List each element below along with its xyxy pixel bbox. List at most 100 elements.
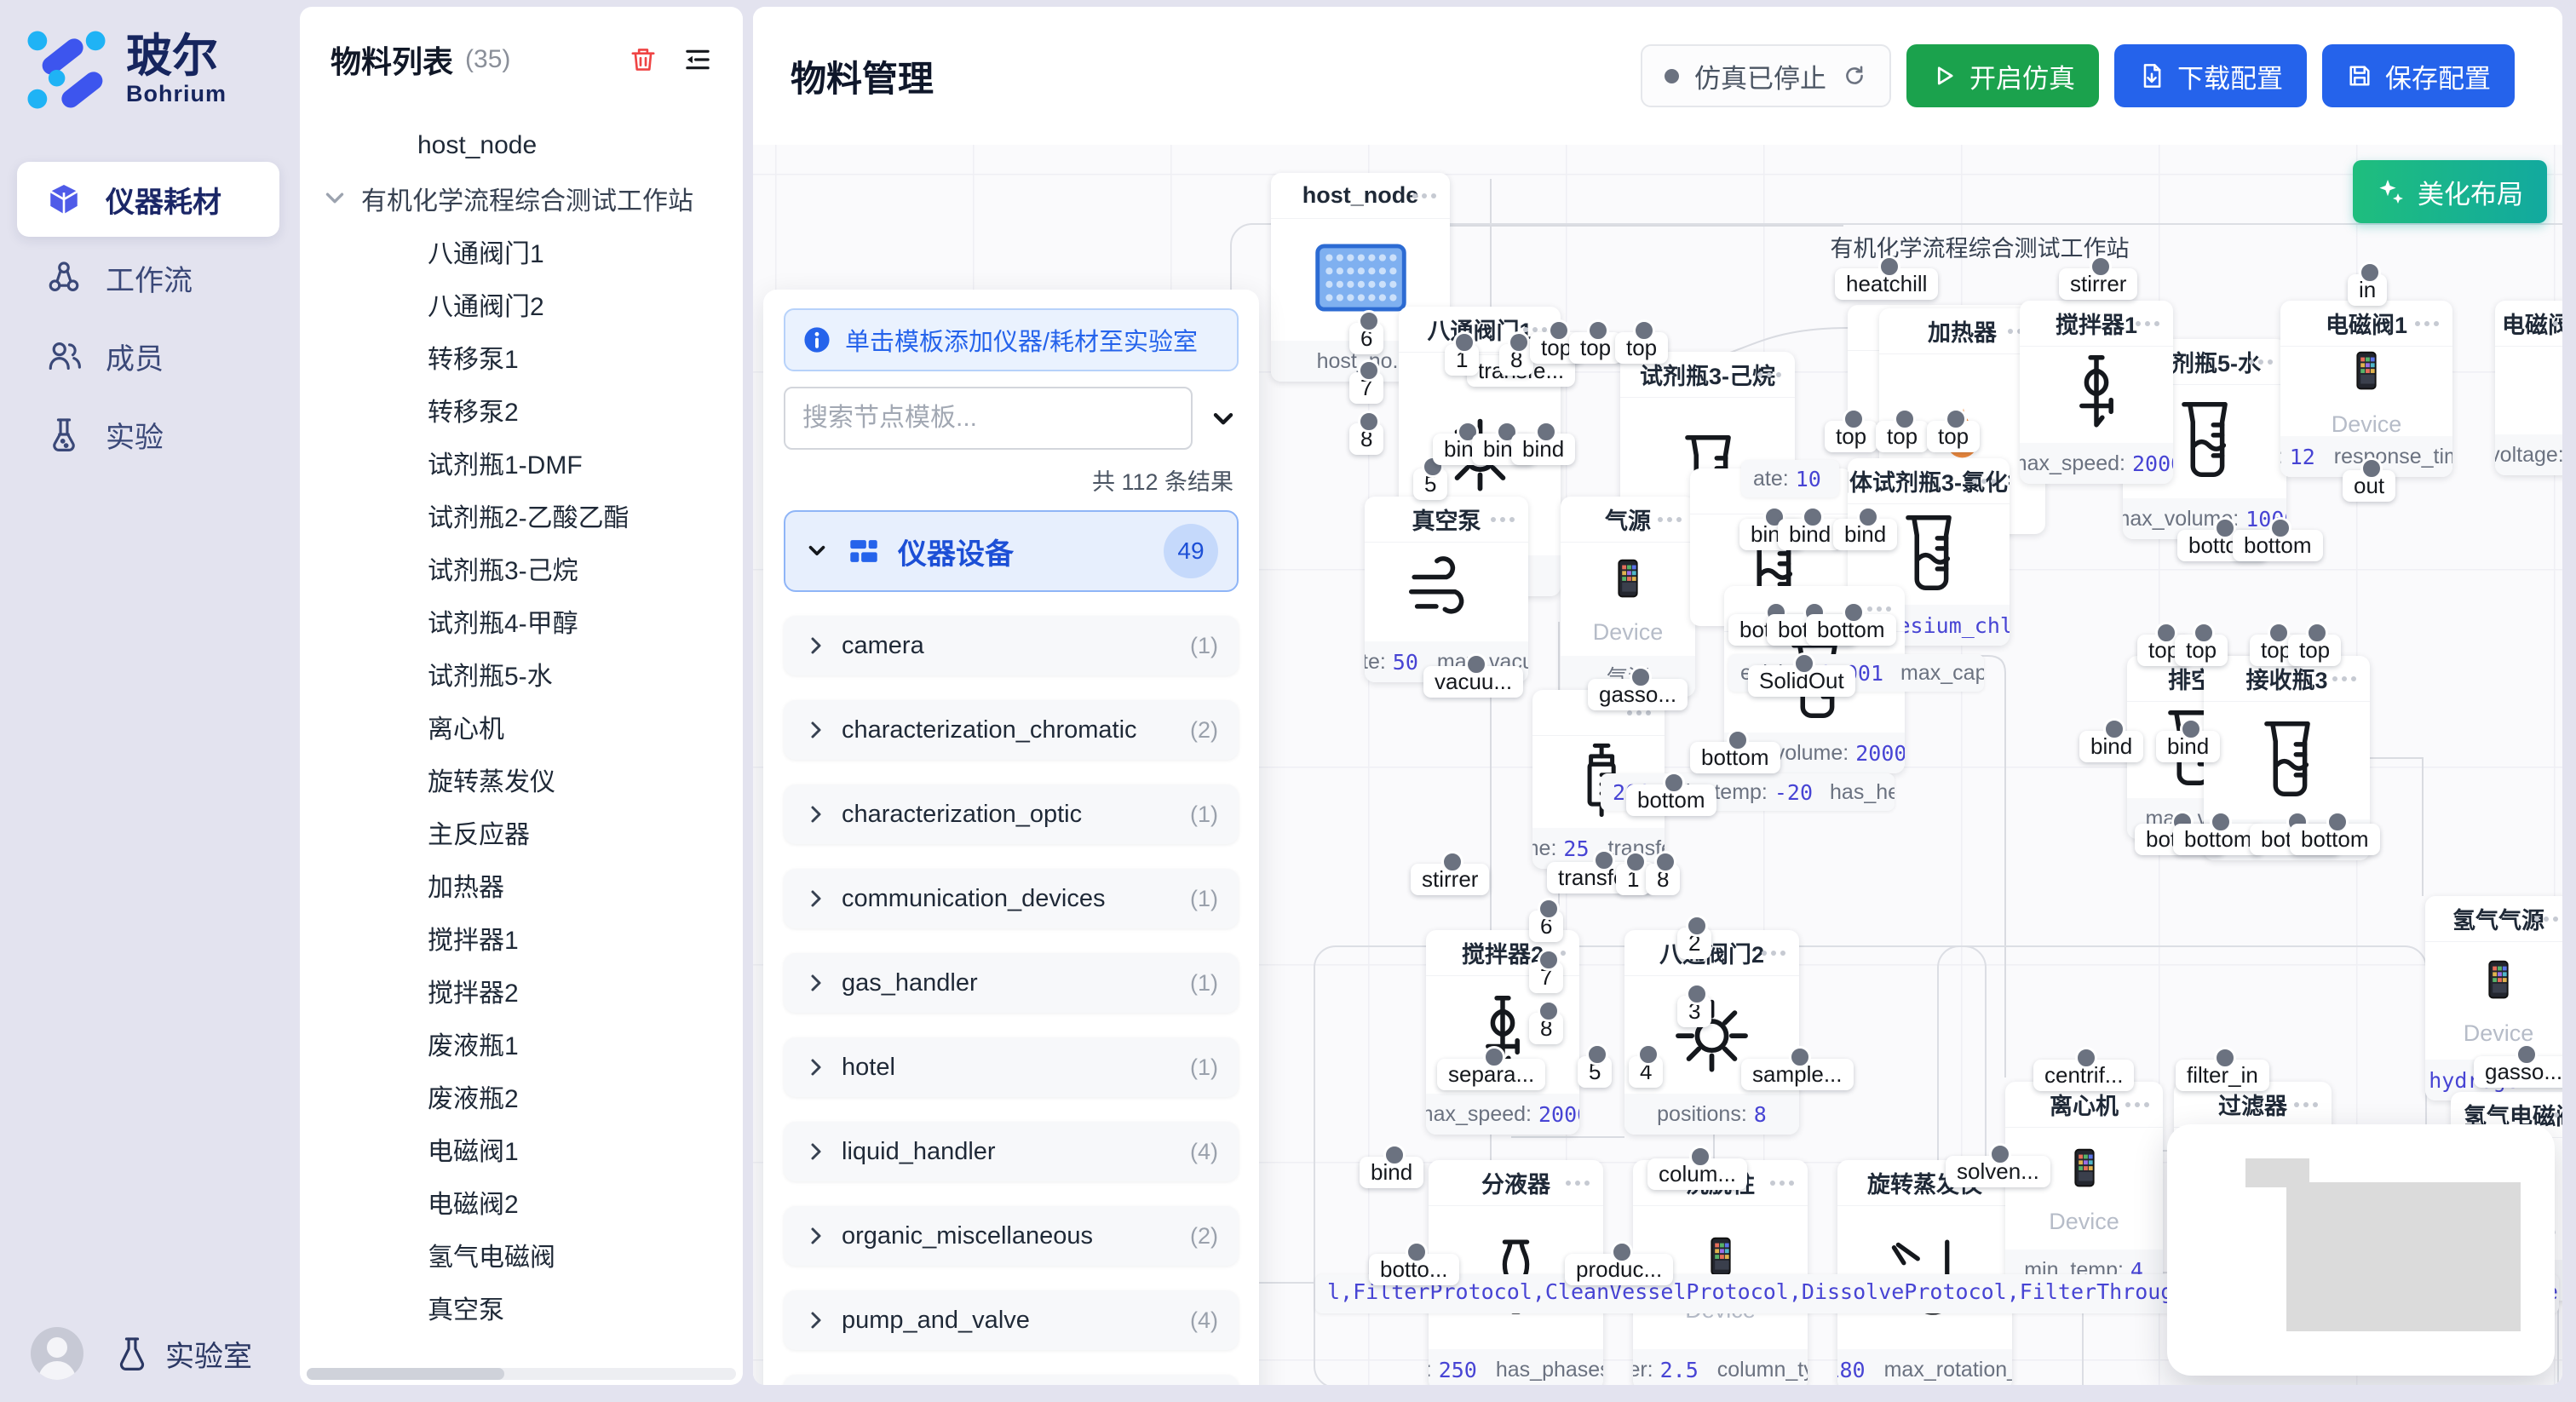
node-menu-icon[interactable] [2136, 321, 2159, 326]
tree-item[interactable]: 有机化学流程综合测试工作站 [300, 172, 743, 225]
tree-item[interactable]: 真空泵 [300, 1281, 743, 1334]
flow-canvas[interactable]: 有机化学流程综合测试工作站 转移泵1 [753, 145, 2562, 1385]
port-label[interactable]: top [1876, 421, 1929, 452]
port-label[interactable]: bottom [2290, 824, 2380, 855]
port-label[interactable]: bottom [1806, 614, 1896, 646]
port-label[interactable]: bottom [1690, 742, 1780, 773]
tree-item[interactable]: 试剂瓶5-水 [300, 647, 743, 700]
port-label[interactable]: 4 [1629, 1056, 1663, 1088]
node-menu-icon[interactable] [2415, 321, 2439, 326]
tree-item[interactable]: 搅拌器1 [300, 911, 743, 964]
port-label[interactable]: 8 [1529, 1013, 1563, 1044]
chevron-down-icon[interactable] [1208, 403, 1239, 434]
node-menu-icon[interactable] [2553, 321, 2562, 326]
port-label[interactable]: botto... [1369, 1254, 1459, 1285]
port-label[interactable]: 5 [1413, 468, 1447, 500]
node-menu-icon[interactable] [2249, 359, 2273, 365]
tree-item[interactable]: 废液瓶2 [300, 1070, 743, 1123]
node-menu-icon[interactable] [1658, 517, 1682, 522]
port-label[interactable]: colum... [1647, 1158, 1747, 1190]
tree-item[interactable]: host_node [300, 119, 743, 172]
category-row[interactable]: gas_handler (1) [784, 953, 1239, 1013]
port-label[interactable]: top [1569, 332, 1622, 364]
tree-item[interactable]: 试剂瓶3-己烷 [300, 542, 743, 595]
port-label[interactable]: heatchill [1835, 268, 1938, 300]
save-config-button[interactable]: 保存配置 [2322, 44, 2515, 107]
port-label[interactable]: 8 [1646, 864, 1680, 895]
port-label[interactable]: top [2175, 635, 2228, 666]
tree-item[interactable]: 离心机 [300, 700, 743, 753]
node-menu-icon[interactable] [2294, 1102, 2318, 1107]
tree-item[interactable]: 搅拌器2 [300, 964, 743, 1017]
sidebar-item-instruments[interactable]: 仪器耗材 [17, 162, 279, 237]
start-simulation-button[interactable]: 开启仿真 [1906, 44, 2099, 107]
port-label[interactable]: SolidOut [1748, 665, 1855, 697]
port-label[interactable]: vacuu... [1423, 666, 1523, 698]
port-label[interactable]: 1 [1445, 344, 1479, 376]
node-menu-icon[interactable] [1412, 193, 1436, 198]
tree-item[interactable]: 试剂瓶1-DMF [300, 436, 743, 489]
accordion-instruments[interactable]: 仪器设备 49 [784, 510, 1239, 592]
port-label[interactable]: gasso... [1588, 679, 1688, 710]
node-menu-icon[interactable] [1627, 710, 1651, 715]
port-label[interactable]: bind [1833, 519, 1897, 550]
port-label[interactable]: bottom [2233, 530, 2323, 561]
category-row[interactable]: liquid_handler (4) [784, 1122, 1239, 1181]
tree-item[interactable]: 旋转蒸发仪 [300, 753, 743, 806]
tree-item[interactable]: 转移泵2 [300, 383, 743, 436]
port-label[interactable]: filter_in [2176, 1060, 2269, 1091]
node-menu-icon[interactable] [1867, 606, 1891, 612]
node-menu-icon[interactable] [2534, 916, 2558, 922]
port-label[interactable]: produc... [1565, 1254, 1673, 1285]
download-config-button[interactable]: 下载配置 [2114, 44, 2307, 107]
port-label[interactable]: gasso... [2474, 1056, 2562, 1088]
port-label[interactable]: 6 [1349, 323, 1383, 354]
category-row[interactable]: characterization_optic (1) [784, 784, 1239, 844]
port-label[interactable]: 5 [1578, 1056, 1612, 1088]
avatar[interactable] [31, 1327, 83, 1380]
port-label[interactable]: stirrer [2059, 268, 2137, 300]
category-row[interactable]: characterization_chromatic (2) [784, 700, 1239, 760]
port-label[interactable]: top [1825, 421, 1877, 452]
port-label[interactable]: bind [1360, 1157, 1423, 1188]
port-label[interactable]: solven... [1946, 1156, 2050, 1187]
tree-item[interactable]: 氢气电磁阀 [300, 1228, 743, 1281]
port-label[interactable]: 8 [1499, 344, 1533, 376]
node-menu-icon[interactable] [1770, 1181, 1794, 1186]
port-label[interactable]: separa... [1437, 1059, 1545, 1090]
tree-item[interactable]: 加热器 [300, 859, 743, 911]
device-node[interactable]: 气源 Device 气源 [1561, 497, 1695, 697]
port-label[interactable]: bottom [1626, 784, 1716, 816]
device-node[interactable]: 八通阀门2 positions:8 [1624, 930, 1799, 1135]
tree-item[interactable]: 转移泵1 [300, 330, 743, 383]
device-node[interactable]: 真空泵 pump_rate:50 max_vacuum:0.1 [1365, 497, 1528, 682]
port-label[interactable]: top [2288, 635, 2341, 666]
port-label[interactable]: in [2348, 274, 2387, 306]
category-row[interactable]: hotel (1) [784, 1037, 1239, 1097]
node-menu-icon[interactable] [1757, 372, 1781, 377]
search-input[interactable] [784, 387, 1193, 450]
category-row[interactable]: organic_miscellaneous (2) [784, 1206, 1239, 1266]
port-label[interactable]: top [1927, 421, 1980, 452]
tree-item[interactable]: 试剂瓶2-乙酸乙酯 [300, 489, 743, 542]
device-node[interactable]: 电磁阀1 Device voltage:12 response_time:0.1 [2280, 301, 2452, 477]
port-label[interactable]: 8 [1349, 423, 1383, 455]
port-label[interactable]: bind [1778, 519, 1842, 550]
category-row[interactable]: communication_devices (1) [784, 869, 1239, 928]
node-menu-icon[interactable] [1972, 479, 1996, 484]
port-label[interactable]: sample... [1741, 1059, 1854, 1090]
node-menu-icon[interactable] [1762, 951, 1785, 956]
trash-icon[interactable] [629, 45, 658, 74]
beautify-layout-button[interactable]: 美化布局 [2353, 160, 2547, 223]
sidebar-item-workflow[interactable]: 工作流 [17, 240, 279, 315]
port-label[interactable]: 7 [1529, 962, 1563, 993]
node-menu-icon[interactable] [2554, 1112, 2562, 1118]
port-label[interactable]: centrif... [2033, 1060, 2134, 1091]
tree-item[interactable]: 试剂瓶4-甲醇 [300, 595, 743, 647]
port-label[interactable]: 3 [1677, 996, 1711, 1027]
port-label[interactable]: 7 [1349, 372, 1383, 404]
category-row[interactable]: pump_and_valve (4) [784, 1290, 1239, 1350]
device-node[interactable]: 旋转蒸发仪 temp:180 max_rotation_speed: [1837, 1160, 2012, 1385]
port-label[interactable]: bind [2156, 731, 2220, 762]
port-label[interactable]: stirrer [1411, 864, 1489, 895]
